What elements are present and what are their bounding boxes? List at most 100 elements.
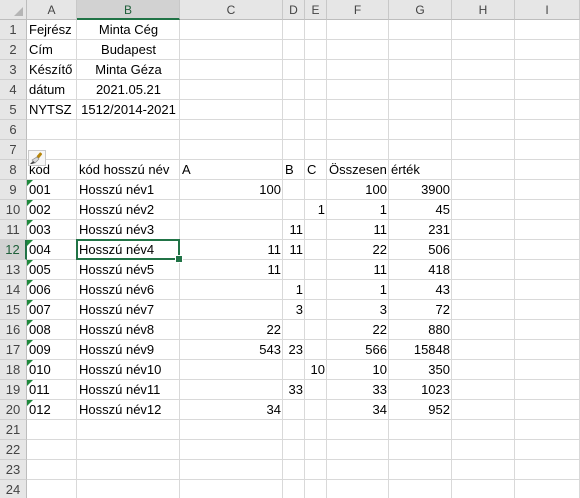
row-header-1[interactable]: 1 — [0, 20, 27, 40]
column-header-e[interactable]: E — [305, 0, 327, 20]
cell-b16[interactable]: Hosszú név8 — [77, 320, 180, 340]
column-header-f[interactable]: F — [327, 0, 389, 20]
column-header-d[interactable]: D — [283, 0, 305, 20]
cell-a19[interactable]: 011 — [27, 380, 77, 400]
row-header-23[interactable]: 23 — [0, 460, 27, 480]
row-header-2[interactable]: 2 — [0, 40, 27, 60]
row-header-9[interactable]: 9 — [0, 180, 27, 200]
table-header-g[interactable]: érték — [389, 160, 452, 180]
cell-c17[interactable]: 543 — [180, 340, 283, 360]
cell-g14[interactable]: 43 — [389, 280, 452, 300]
column-header-i[interactable]: I — [515, 0, 580, 20]
cell-b19[interactable]: Hosszú név11 — [77, 380, 180, 400]
row-header-7[interactable]: 7 — [0, 140, 27, 160]
cell-a18[interactable]: 010 — [27, 360, 77, 380]
cell-b12[interactable]: Hosszú név4 — [77, 240, 180, 260]
cell-b10[interactable]: Hosszú név2 — [77, 200, 180, 220]
cell-b9[interactable]: Hosszú név1 — [77, 180, 180, 200]
cell-f11[interactable]: 11 — [327, 220, 389, 240]
cell-a12[interactable]: 004 — [27, 240, 77, 260]
cell-b5[interactable]: 1512/2014-2021 — [77, 100, 180, 120]
paste-options-button[interactable] — [28, 150, 46, 166]
cell-b14[interactable]: Hosszú név6 — [77, 280, 180, 300]
cell-a20[interactable]: 012 — [27, 400, 77, 420]
cell-f10[interactable]: 1 — [327, 200, 389, 220]
cell-a16[interactable]: 008 — [27, 320, 77, 340]
row-header-18[interactable]: 18 — [0, 360, 27, 380]
select-all-corner[interactable] — [0, 0, 27, 20]
row-header-5[interactable]: 5 — [0, 100, 27, 120]
table-header-e[interactable]: C — [305, 160, 327, 180]
cell-a5[interactable]: NYTSZ — [27, 100, 77, 120]
cell-d11[interactable]: 11 — [283, 220, 305, 240]
spreadsheet-grid[interactable]: Fejrész Minta Cég Cím Budapest Készítő Minta … — [0, 0, 580, 498]
cell-g16[interactable]: 880 — [389, 320, 452, 340]
row-header-3[interactable]: 3 — [0, 60, 27, 80]
cell-f12[interactable]: 22 — [327, 240, 389, 260]
row-header-13[interactable]: 13 — [0, 260, 27, 280]
cell-a2[interactable]: Cím — [27, 40, 77, 60]
cell-b2[interactable]: Budapest — [77, 40, 180, 60]
cell-c16[interactable]: 22 — [180, 320, 283, 340]
cell-d17[interactable]: 23 — [283, 340, 305, 360]
cell-g19[interactable]: 1023 — [389, 380, 452, 400]
cell-f19[interactable]: 33 — [327, 380, 389, 400]
cell-d14[interactable]: 1 — [283, 280, 305, 300]
column-header-g[interactable]: G — [389, 0, 452, 20]
cell-e10[interactable]: 1 — [305, 200, 327, 220]
cell-a14[interactable]: 006 — [27, 280, 77, 300]
row-header-19[interactable]: 19 — [0, 380, 27, 400]
table-header-f[interactable]: Összesen — [327, 160, 389, 180]
row-header-4[interactable]: 4 — [0, 80, 27, 100]
cell-c9[interactable]: 100 — [180, 180, 283, 200]
row-header-15[interactable]: 15 — [0, 300, 27, 320]
cell-a17[interactable]: 009 — [27, 340, 77, 360]
row-header-8[interactable]: 8 — [0, 160, 27, 180]
column-header-a[interactable]: A — [27, 0, 77, 20]
cell-g15[interactable]: 72 — [389, 300, 452, 320]
row-header-24[interactable]: 24 — [0, 480, 27, 498]
row-header-16[interactable]: 16 — [0, 320, 27, 340]
cell-a15[interactable]: 007 — [27, 300, 77, 320]
cell-f9[interactable]: 100 — [327, 180, 389, 200]
cell-a4[interactable]: dátum — [27, 80, 77, 100]
row-header-22[interactable]: 22 — [0, 440, 27, 460]
column-header-b[interactable]: B — [77, 0, 180, 20]
cell-e18[interactable]: 10 — [305, 360, 327, 380]
cell-a11[interactable]: 003 — [27, 220, 77, 240]
cell-b17[interactable]: Hosszú név9 — [77, 340, 180, 360]
row-header-20[interactable]: 20 — [0, 400, 27, 420]
row-header-21[interactable]: 21 — [0, 420, 27, 440]
cell-f20[interactable]: 34 — [327, 400, 389, 420]
table-header-b[interactable]: kód hosszú név — [77, 160, 180, 180]
cell-g9[interactable]: 3900 — [389, 180, 452, 200]
table-header-d[interactable]: B — [283, 160, 305, 180]
row-header-12[interactable]: 12 — [0, 240, 27, 260]
cell-a3[interactable]: Készítő — [27, 60, 77, 80]
cell-b11[interactable]: Hosszú név3 — [77, 220, 180, 240]
cell-a1[interactable]: Fejrész — [27, 20, 77, 40]
cell-b3[interactable]: Minta Géza — [77, 60, 180, 80]
cell-b15[interactable]: Hosszú név7 — [77, 300, 180, 320]
cell-f14[interactable]: 1 — [327, 280, 389, 300]
cell-b18[interactable]: Hosszú név10 — [77, 360, 180, 380]
cell-g12[interactable]: 506 — [389, 240, 452, 260]
cell-g11[interactable]: 231 — [389, 220, 452, 240]
cell-f17[interactable]: 566 — [327, 340, 389, 360]
cell-b4[interactable]: 2021.05.21 — [77, 80, 180, 100]
column-header-c[interactable]: C — [180, 0, 283, 20]
row-header-11[interactable]: 11 — [0, 220, 27, 240]
cell-a9[interactable]: 001 — [27, 180, 77, 200]
cell-f15[interactable]: 3 — [327, 300, 389, 320]
cell-c13[interactable]: 11 — [180, 260, 283, 280]
cell-f16[interactable]: 22 — [327, 320, 389, 340]
row-header-10[interactable]: 10 — [0, 200, 27, 220]
cell-g20[interactable]: 952 — [389, 400, 452, 420]
cell-c12[interactable]: 11 — [180, 240, 283, 260]
cell-g18[interactable]: 350 — [389, 360, 452, 380]
cell-b1[interactable]: Minta Cég — [77, 20, 180, 40]
cell-a13[interactable]: 005 — [27, 260, 77, 280]
row-header-6[interactable]: 6 — [0, 120, 27, 140]
cell-d15[interactable]: 3 — [283, 300, 305, 320]
column-header-h[interactable]: H — [452, 0, 515, 20]
